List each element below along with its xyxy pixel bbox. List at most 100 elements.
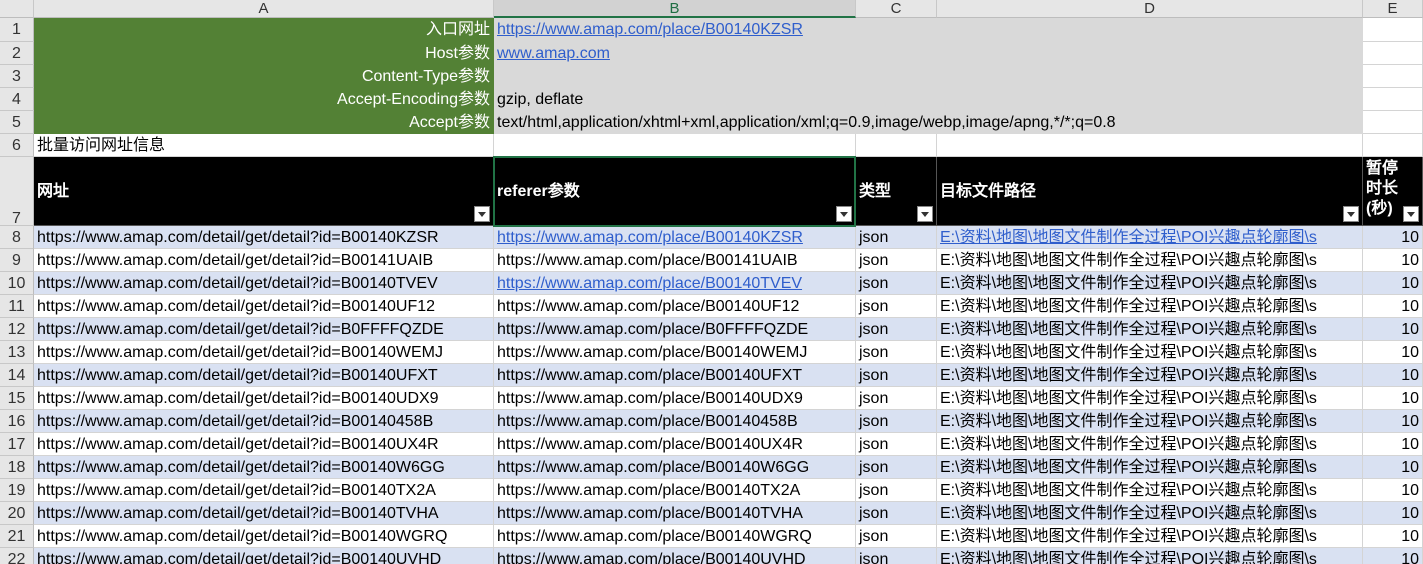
pause-cell[interactable]: 10 bbox=[1363, 341, 1423, 364]
url-cell[interactable]: https://www.amap.com/detail/get/detail?i… bbox=[34, 387, 494, 410]
filter-dropdown-icon[interactable] bbox=[836, 206, 852, 222]
url-cell[interactable]: https://www.amap.com/detail/get/detail?i… bbox=[34, 249, 494, 272]
referer-cell[interactable]: https://www.amap.com/place/B00140TX2A bbox=[494, 479, 856, 502]
path-cell[interactable]: E:\资料\地图\地图文件制作全过程\POI兴趣点轮廓图\s bbox=[937, 318, 1363, 341]
type-cell[interactable]: json bbox=[856, 525, 937, 548]
pause-cell[interactable]: 10 bbox=[1363, 318, 1423, 341]
row-header[interactable]: 17 bbox=[0, 433, 34, 456]
url-cell[interactable]: https://www.amap.com/detail/get/detail?i… bbox=[34, 525, 494, 548]
type-cell[interactable]: json bbox=[856, 226, 937, 249]
config-link[interactable]: https://www.amap.com/place/B00140KZSR bbox=[497, 21, 803, 38]
row-header[interactable]: 13 bbox=[0, 341, 34, 364]
path-cell[interactable]: E:\资料\地图\地图文件制作全过程\POI兴趣点轮廓图\s bbox=[937, 479, 1363, 502]
path-cell[interactable]: E:\资料\地图\地图文件制作全过程\POI兴趣点轮廓图\s bbox=[937, 226, 1363, 249]
url-cell[interactable]: https://www.amap.com/detail/get/detail?i… bbox=[34, 226, 494, 249]
url-cell[interactable]: https://www.amap.com/detail/get/detail?i… bbox=[34, 318, 494, 341]
filter-dropdown-icon[interactable] bbox=[1403, 206, 1419, 222]
config-value[interactable]: www.amap.com bbox=[494, 42, 1363, 65]
pause-cell[interactable]: 10 bbox=[1363, 410, 1423, 433]
row-header[interactable]: 21 bbox=[0, 525, 34, 548]
type-cell[interactable]: json bbox=[856, 249, 937, 272]
path-cell[interactable]: E:\资料\地图\地图文件制作全过程\POI兴趣点轮廓图\s bbox=[937, 548, 1363, 564]
row-header[interactable]: 5 bbox=[0, 111, 34, 134]
type-cell[interactable]: json bbox=[856, 295, 937, 318]
column-header-d[interactable]: D bbox=[937, 0, 1363, 18]
row-header[interactable]: 14 bbox=[0, 364, 34, 387]
row-header[interactable]: 20 bbox=[0, 502, 34, 525]
row-header[interactable]: 9 bbox=[0, 249, 34, 272]
column-header-a[interactable]: A bbox=[34, 0, 494, 18]
pause-cell[interactable]: 10 bbox=[1363, 433, 1423, 456]
path-cell[interactable]: E:\资料\地图\地图文件制作全过程\POI兴趣点轮廓图\s bbox=[937, 364, 1363, 387]
filter-dropdown-icon[interactable] bbox=[1343, 206, 1359, 222]
path-cell[interactable]: E:\资料\地图\地图文件制作全过程\POI兴趣点轮廓图\s bbox=[937, 249, 1363, 272]
url-cell[interactable]: https://www.amap.com/detail/get/detail?i… bbox=[34, 272, 494, 295]
select-all-corner[interactable] bbox=[0, 0, 34, 18]
referer-cell[interactable]: https://www.amap.com/place/B00140UFXT bbox=[494, 364, 856, 387]
path-cell[interactable]: E:\资料\地图\地图文件制作全过程\POI兴趣点轮廓图\s bbox=[937, 341, 1363, 364]
type-cell[interactable]: json bbox=[856, 387, 937, 410]
pause-cell[interactable]: 10 bbox=[1363, 502, 1423, 525]
filter-dropdown-icon[interactable] bbox=[474, 206, 490, 222]
type-cell[interactable]: json bbox=[856, 433, 937, 456]
type-cell[interactable]: json bbox=[856, 410, 937, 433]
path-cell[interactable]: E:\资料\地图\地图文件制作全过程\POI兴趣点轮廓图\s bbox=[937, 525, 1363, 548]
blank-cell[interactable] bbox=[494, 134, 856, 157]
pause-cell[interactable]: 10 bbox=[1363, 249, 1423, 272]
url-cell[interactable]: https://www.amap.com/detail/get/detail?i… bbox=[34, 341, 494, 364]
referer-cell[interactable]: https://www.amap.com/place/B00140UVHD bbox=[494, 548, 856, 564]
path-cell[interactable]: E:\资料\地图\地图文件制作全过程\POI兴趣点轮廓图\s bbox=[937, 410, 1363, 433]
row-header[interactable]: 22 bbox=[0, 548, 34, 564]
url-cell[interactable]: https://www.amap.com/detail/get/detail?i… bbox=[34, 410, 494, 433]
pause-cell[interactable]: 10 bbox=[1363, 548, 1423, 564]
path-cell[interactable]: E:\资料\地图\地图文件制作全过程\POI兴趣点轮廓图\s bbox=[937, 502, 1363, 525]
row-header[interactable]: 2 bbox=[0, 42, 34, 65]
type-cell[interactable]: json bbox=[856, 341, 937, 364]
type-cell[interactable]: json bbox=[856, 318, 937, 341]
type-cell[interactable]: json bbox=[856, 479, 937, 502]
config-link[interactable]: www.amap.com bbox=[497, 45, 610, 62]
referer-cell[interactable]: https://www.amap.com/place/B00140UF12 bbox=[494, 295, 856, 318]
path-cell[interactable]: E:\资料\地图\地图文件制作全过程\POI兴趣点轮廓图\s bbox=[937, 272, 1363, 295]
path-cell[interactable]: E:\资料\地图\地图文件制作全过程\POI兴趣点轮廓图\s bbox=[937, 387, 1363, 410]
blank-cell[interactable] bbox=[937, 134, 1363, 157]
referer-cell[interactable]: https://www.amap.com/place/B00140TVHA bbox=[494, 502, 856, 525]
url-cell[interactable]: https://www.amap.com/detail/get/detail?i… bbox=[34, 456, 494, 479]
row-header[interactable]: 19 bbox=[0, 479, 34, 502]
referer-cell[interactable]: https://www.amap.com/place/B00140W6GG bbox=[494, 456, 856, 479]
path-cell[interactable]: E:\资料\地图\地图文件制作全过程\POI兴趣点轮廓图\s bbox=[937, 433, 1363, 456]
row-header[interactable]: 6 bbox=[0, 134, 34, 157]
config-value[interactable]: gzip, deflate bbox=[494, 88, 1363, 111]
path-cell[interactable]: E:\资料\地图\地图文件制作全过程\POI兴趣点轮廓图\s bbox=[937, 456, 1363, 479]
blank-cell[interactable] bbox=[1363, 65, 1423, 88]
row-header[interactable]: 4 bbox=[0, 88, 34, 111]
row-header[interactable]: 10 bbox=[0, 272, 34, 295]
config-value[interactable]: https://www.amap.com/place/B00140KZSR bbox=[494, 18, 1363, 42]
row-header[interactable]: 16 bbox=[0, 410, 34, 433]
blank-cell[interactable] bbox=[1363, 111, 1423, 134]
type-cell[interactable]: json bbox=[856, 502, 937, 525]
type-cell[interactable]: json bbox=[856, 456, 937, 479]
pause-cell[interactable]: 10 bbox=[1363, 525, 1423, 548]
column-header-b[interactable]: B bbox=[494, 0, 856, 18]
type-cell[interactable]: json bbox=[856, 364, 937, 387]
row-header[interactable]: 12 bbox=[0, 318, 34, 341]
pause-cell[interactable]: 10 bbox=[1363, 295, 1423, 318]
referer-cell[interactable]: https://www.amap.com/place/B00140UDX9 bbox=[494, 387, 856, 410]
row-header[interactable]: 3 bbox=[0, 65, 34, 88]
referer-cell[interactable]: https://www.amap.com/place/B0FFFFQZDE bbox=[494, 318, 856, 341]
table-header-path[interactable]: 目标文件路径 bbox=[937, 157, 1363, 226]
blank-cell[interactable] bbox=[1363, 88, 1423, 111]
referer-cell[interactable]: https://www.amap.com/place/B00140WGRQ bbox=[494, 525, 856, 548]
row-header[interactable]: 18 bbox=[0, 456, 34, 479]
pause-cell[interactable]: 10 bbox=[1363, 364, 1423, 387]
row-header[interactable]: 8 bbox=[0, 226, 34, 249]
row-header[interactable]: 15 bbox=[0, 387, 34, 410]
spreadsheet-grid[interactable]: A B C D E 1 2 3 4 5 6 7 8 9 10 11 12 13 14 15 16 17 18 19 20 21 22… bbox=[0, 0, 1423, 564]
pause-cell[interactable]: 10 bbox=[1363, 456, 1423, 479]
url-cell[interactable]: https://www.amap.com/detail/get/detail?i… bbox=[34, 502, 494, 525]
column-header-c[interactable]: C bbox=[856, 0, 937, 18]
referer-cell[interactable]: https://www.amap.com/place/B00141UAIB bbox=[494, 249, 856, 272]
referer-cell[interactable]: https://www.amap.com/place/B00140458B bbox=[494, 410, 856, 433]
blank-cell[interactable] bbox=[1363, 42, 1423, 65]
